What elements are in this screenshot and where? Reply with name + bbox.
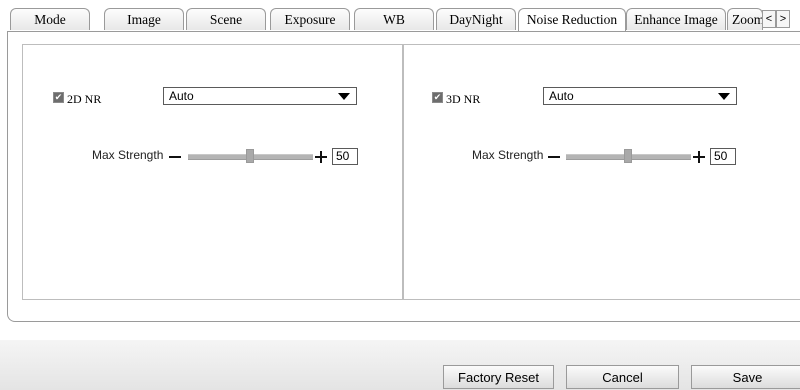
tab-strip: Mode Image Scene Exposure WB DayNight No… bbox=[8, 8, 790, 32]
triangle-down-icon bbox=[718, 93, 730, 100]
panel-3d-nr bbox=[403, 44, 800, 300]
label-2d-nr: 2D NR bbox=[67, 92, 102, 106]
slider-3d-max-strength[interactable] bbox=[566, 149, 691, 163]
tab-exposure[interactable]: Exposure bbox=[270, 8, 350, 30]
bottom-bar bbox=[0, 340, 800, 390]
select-3d-nr-mode[interactable]: Auto bbox=[543, 87, 737, 105]
triangle-down-icon bbox=[338, 93, 350, 100]
check-icon: ✔ bbox=[433, 92, 442, 102]
cancel-button[interactable]: Cancel bbox=[566, 365, 679, 389]
label-3d-max-strength: Max Strength bbox=[472, 148, 544, 162]
select-3d-nr-value: Auto bbox=[549, 89, 574, 103]
checkbox-2d-nr[interactable]: ✔ bbox=[53, 92, 64, 103]
tab-scene[interactable]: Scene bbox=[186, 8, 266, 30]
tab-prev-button[interactable]: < bbox=[762, 10, 776, 28]
slider-thumb[interactable] bbox=[624, 149, 632, 163]
select-2d-nr-value: Auto bbox=[169, 89, 194, 103]
tab-image[interactable]: Image bbox=[104, 8, 184, 30]
select-2d-nr-mode[interactable]: Auto bbox=[163, 87, 357, 105]
panel-2d-nr bbox=[22, 44, 403, 300]
factory-reset-button[interactable]: Factory Reset bbox=[443, 365, 554, 389]
input-2d-max-strength[interactable]: 50 bbox=[332, 148, 358, 165]
minus-icon[interactable] bbox=[169, 156, 181, 158]
tab-wb[interactable]: WB bbox=[354, 8, 434, 30]
tab-mode[interactable]: Mode bbox=[10, 8, 90, 30]
tab-daynight[interactable]: DayNight bbox=[436, 8, 516, 30]
tab-enhance-image[interactable]: Enhance Image bbox=[626, 8, 726, 30]
plus-icon[interactable] bbox=[315, 151, 327, 163]
plus-icon[interactable] bbox=[693, 151, 705, 163]
tab-noise-reduction[interactable]: Noise Reduction bbox=[518, 8, 626, 31]
minus-icon[interactable] bbox=[548, 156, 560, 158]
slider-2d-max-strength[interactable] bbox=[188, 149, 313, 163]
label-3d-nr: 3D NR bbox=[446, 92, 481, 106]
check-icon: ✔ bbox=[54, 92, 63, 102]
label-2d-max-strength: Max Strength bbox=[92, 148, 164, 162]
save-button[interactable]: Save bbox=[691, 365, 800, 389]
tab-zoom[interactable]: Zoom bbox=[727, 8, 763, 30]
checkbox-3d-nr[interactable]: ✔ bbox=[432, 92, 443, 103]
tab-next-button[interactable]: > bbox=[776, 10, 790, 28]
input-3d-max-strength[interactable]: 50 bbox=[710, 148, 736, 165]
slider-thumb[interactable] bbox=[246, 149, 254, 163]
